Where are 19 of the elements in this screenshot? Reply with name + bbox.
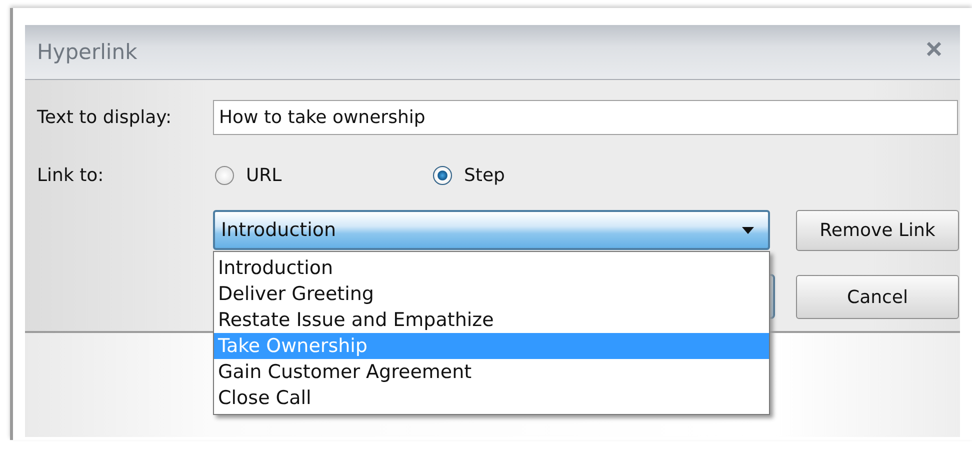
- step-dropdown[interactable]: Introduction: [213, 210, 770, 250]
- field-label: Link to:: [36, 164, 105, 186]
- window-title: Hyperlink: [37, 40, 138, 64]
- dropdown-item[interactable]: Close Call: [214, 385, 769, 411]
- close-icon[interactable]: [926, 41, 942, 57]
- dialog-button[interactable]: Cancel: [796, 275, 959, 319]
- radio-option[interactable]: Step: [431, 164, 649, 186]
- text-field[interactable]: How to take ownership: [213, 100, 958, 135]
- dropdown-item[interactable]: Deliver Greeting: [214, 281, 769, 307]
- field-label: Text to display:: [36, 107, 173, 128]
- dialog-button[interactable]: Remove Link: [796, 210, 959, 251]
- caret-icon: [742, 226, 754, 234]
- dropdown-value: Introduction: [221, 219, 336, 241]
- radio-button[interactable]: [433, 166, 452, 184]
- dropdown-item[interactable]: Restate Issue and Empathize: [214, 307, 769, 333]
- dropdown-item[interactable]: Gain Customer Agreement: [214, 359, 769, 385]
- dropdown-item[interactable]: Introduction: [214, 255, 769, 281]
- radio-option[interactable]: URL: [213, 164, 431, 186]
- radio-button[interactable]: [215, 166, 234, 184]
